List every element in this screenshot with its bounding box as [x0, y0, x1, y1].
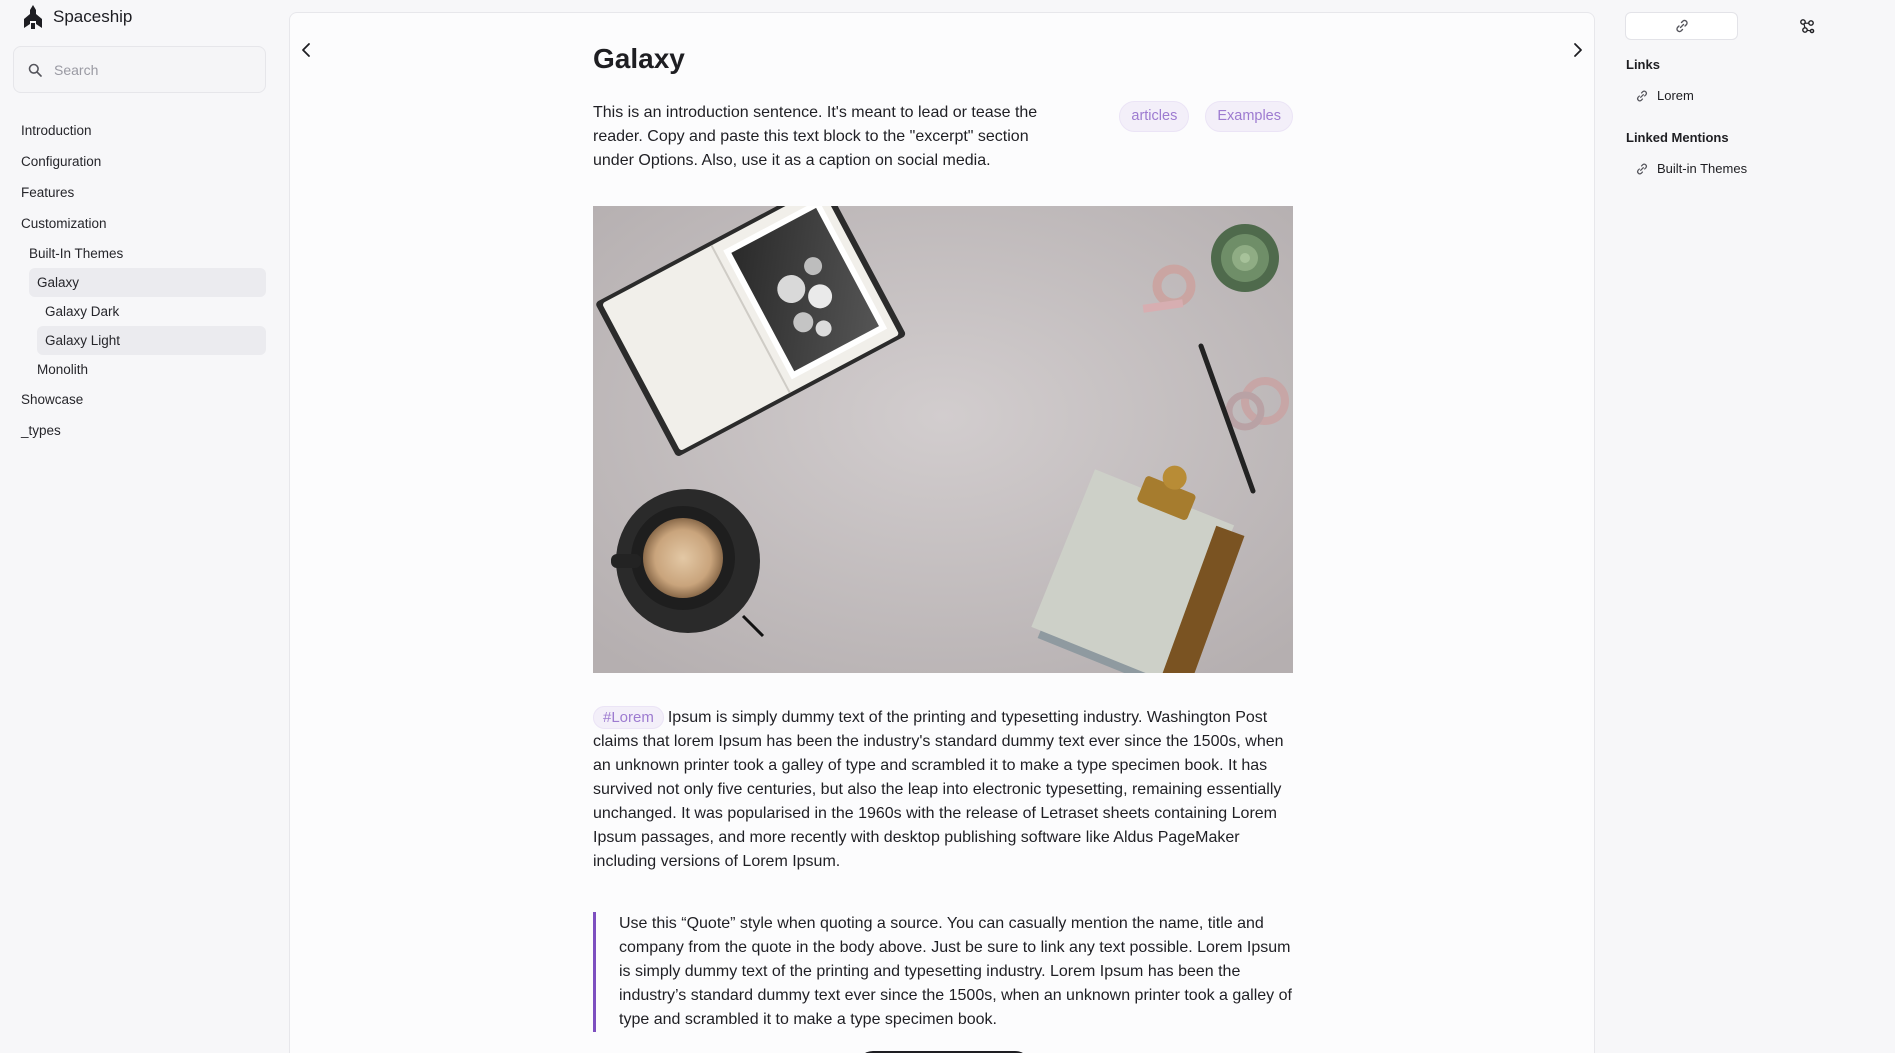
link-icon	[1675, 19, 1688, 33]
panel-tabs	[1625, 12, 1863, 40]
app-name: Spaceship	[53, 7, 133, 26]
linked-mentions-title: Linked Mentions	[1626, 130, 1729, 145]
sidebar-item-features[interactable]: Features	[13, 177, 266, 208]
right-panel: Links Lorem Linked Mentions Built-in The…	[1625, 0, 1895, 1053]
sidebar: Spaceship Introduction Configuration Fea…	[0, 0, 280, 1053]
desk-flatlay-illustration	[593, 206, 1293, 673]
sidebar-item-monolith[interactable]: Monolith	[29, 355, 266, 384]
article: Galaxy This is an introduction sentence.…	[593, 43, 1293, 1032]
link-icon	[1637, 90, 1647, 101]
search-box[interactable]	[13, 46, 266, 93]
tag-articles[interactable]: articles	[1119, 101, 1190, 132]
mention-label: Built-in Themes	[1657, 161, 1748, 176]
rocket-logo-icon	[24, 5, 42, 29]
sidebar-item-showcase[interactable]: Showcase	[13, 384, 266, 415]
body-text: Ipsum is simply dummy text of the printi…	[593, 709, 1284, 870]
sidebar-item-introduction[interactable]: Introduction	[13, 115, 266, 146]
links-title: Links	[1626, 57, 1660, 72]
tab-graph[interactable]	[1750, 12, 1863, 40]
tag-list: articles Examples	[1119, 101, 1293, 173]
quote-block: Use this “Quote” style when quoting a so…	[593, 912, 1293, 1032]
scrollbar[interactable]	[1889, 0, 1895, 1053]
body-paragraph: #Lorem Ipsum is simply dummy text of the …	[593, 706, 1293, 874]
intro-row: This is an introduction sentence. It's m…	[593, 101, 1293, 173]
link-item-lorem[interactable]: Lorem	[1635, 88, 1694, 103]
page-title: Galaxy	[593, 43, 685, 74]
tag-examples[interactable]: Examples	[1205, 101, 1293, 132]
intro-excerpt: This is an introduction sentence. It's m…	[593, 104, 1038, 169]
main-panel: Galaxy This is an introduction sentence.…	[289, 12, 1595, 1053]
hero-image	[593, 206, 1293, 673]
hashtag-lorem[interactable]: #Lorem	[593, 706, 664, 729]
link-label: Lorem	[1657, 88, 1694, 103]
mention-item-built-in-themes[interactable]: Built-in Themes	[1635, 161, 1747, 176]
brand[interactable]: Spaceship	[13, 0, 267, 34]
sidebar-item-configuration[interactable]: Configuration	[13, 146, 266, 177]
sidebar-item-customization[interactable]: Customization	[13, 208, 266, 239]
link-icon	[1637, 163, 1647, 174]
sidebar-nav: Introduction Configuration Features Cust…	[13, 115, 267, 446]
sidebar-item-built-in-themes[interactable]: Built-In Themes	[13, 239, 258, 268]
sidebar-item-galaxy-light[interactable]: Galaxy Light	[37, 326, 266, 355]
search-icon	[28, 63, 42, 77]
search-input[interactable]	[54, 61, 234, 78]
sidebar-item-types[interactable]: _types	[13, 415, 266, 446]
chevron-right-icon[interactable]	[1568, 41, 1586, 59]
tab-links[interactable]	[1625, 12, 1738, 40]
sidebar-item-galaxy-dark[interactable]: Galaxy Dark	[37, 297, 266, 326]
graph-icon	[1799, 19, 1814, 34]
sidebar-item-galaxy[interactable]: Galaxy	[29, 268, 266, 297]
chevron-left-icon[interactable]	[298, 41, 316, 59]
